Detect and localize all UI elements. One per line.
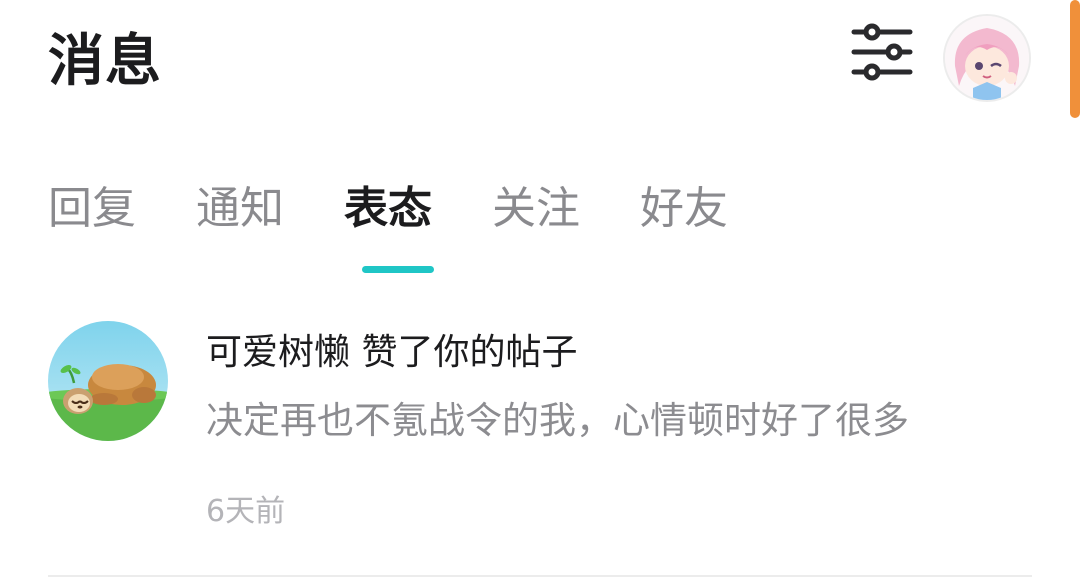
tab-friends[interactable]: 好友 [640,178,728,240]
tab-notifications[interactable]: 通知 [196,178,284,240]
messages-page: 消息 回复 通知 表态 关注 好友 可爱树懒 赞了你的帖子 决定再也不氪战令的我… [0,0,1080,579]
user-avatar-icon [945,16,1029,100]
sender-avatar[interactable] [48,321,168,441]
notification-headline: 可爱树懒 赞了你的帖子 [206,328,577,378]
tab-replies[interactable]: 回复 [48,178,136,240]
tab-follows[interactable]: 关注 [492,178,580,240]
sloth-avatar-icon [48,321,168,441]
active-tab-indicator [362,266,434,273]
divider [48,575,1032,577]
page-title: 消息 [48,29,162,94]
tab-reactions[interactable]: 表态 [344,178,432,240]
filter-button[interactable] [850,22,914,86]
sliders-icon [851,23,913,81]
profile-avatar-button[interactable] [943,14,1031,102]
notification-username[interactable]: 可爱树懒 [206,332,350,373]
notification-item[interactable]: 可爱树懒 赞了你的帖子 决定再也不氪战令的我，心情顿时好了很多 6天前 [0,300,1080,579]
scroll-indicator[interactable] [1070,0,1080,118]
notification-timestamp: 6天前 [206,494,286,529]
notification-action: 赞了你的帖子 [361,332,578,373]
message-tabs: 回复 通知 表态 关注 好友 [48,178,728,248]
post-excerpt[interactable]: 决定再也不氪战令的我，心情顿时好了很多 [206,396,909,446]
